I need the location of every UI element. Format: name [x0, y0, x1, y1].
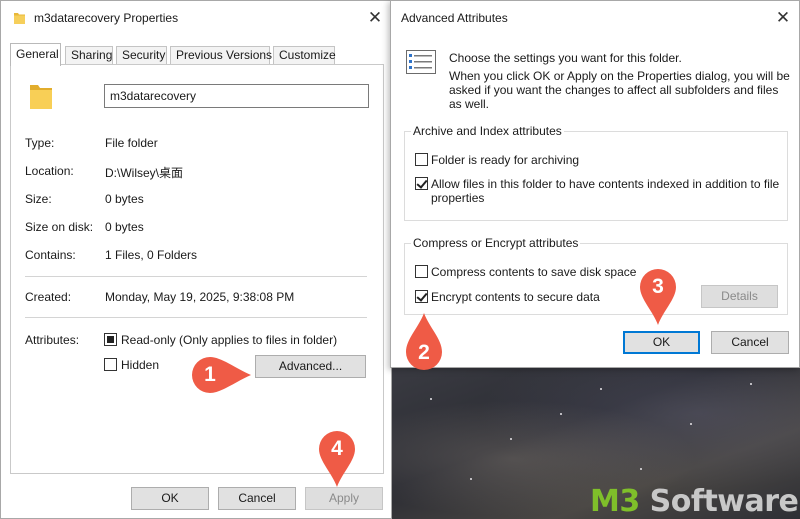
- star: [510, 438, 512, 440]
- size-on-disk-value: 0 bytes: [105, 220, 144, 234]
- index-label[interactable]: Allow files in this folder to have conte…: [431, 177, 779, 191]
- archive-group-title: Archive and Index attributes: [411, 124, 564, 138]
- close-icon[interactable]: ✕: [772, 7, 794, 29]
- contains-value: 1 Files, 0 Folders: [105, 248, 198, 262]
- watermark-brand: M3: [590, 484, 640, 519]
- properties-titlebar[interactable]: m3datarecovery Properties ✕: [1, 1, 391, 35]
- properties-title: m3datarecovery Properties: [34, 11, 179, 25]
- tab-previous-versions[interactable]: Previous Versions: [170, 46, 272, 65]
- created-label: Created:: [25, 290, 72, 304]
- star: [690, 423, 692, 425]
- folder-large-icon: [30, 85, 52, 109]
- apply-button[interactable]: Apply: [305, 487, 383, 510]
- attributes-list-icon: [406, 50, 436, 74]
- readonly-checkbox[interactable]: [104, 333, 117, 346]
- index-checkbox[interactable]: [415, 177, 428, 190]
- type-label: Type:: [25, 136, 55, 150]
- star: [430, 398, 432, 400]
- divider: [25, 276, 367, 277]
- size-label: Size:: [25, 192, 52, 206]
- step-number: 1: [204, 363, 216, 386]
- location-value: D:\Wilsey\桌面: [105, 166, 184, 180]
- step-number: 2: [418, 341, 430, 364]
- compress-checkbox[interactable]: [415, 265, 428, 278]
- size-on-disk-label: Size on disk:: [25, 220, 94, 234]
- hidden-label[interactable]: Hidden: [121, 358, 159, 372]
- advanced-ok-button[interactable]: OK: [623, 331, 700, 354]
- folder-icon: [14, 13, 25, 24]
- location-label: Location:: [25, 164, 74, 178]
- archiving-checkbox[interactable]: [415, 153, 428, 166]
- tab-customize[interactable]: Customize: [273, 46, 336, 65]
- star: [750, 383, 752, 385]
- size-value: 0 bytes: [105, 192, 144, 206]
- contains-label: Contains:: [25, 248, 76, 262]
- archive-index-group: [404, 131, 788, 221]
- m3-software-watermark: M3 Software: [590, 484, 799, 519]
- advanced-button[interactable]: Advanced...: [255, 355, 366, 378]
- details-button[interactable]: Details: [701, 285, 778, 308]
- attributes-label: Attributes:: [25, 333, 80, 347]
- star: [600, 388, 602, 390]
- folder-name-input[interactable]: [104, 84, 369, 108]
- star: [470, 478, 472, 480]
- encrypt-label[interactable]: Encrypt contents to secure data: [431, 290, 600, 304]
- star: [640, 468, 642, 470]
- created-value: Monday, May 19, 2025, 9:38:08 PM: [105, 290, 295, 304]
- advanced-titlebar[interactable]: Advanced Attributes ✕: [391, 1, 799, 35]
- compress-label[interactable]: Compress contents to save disk space: [431, 265, 636, 279]
- watermark-text: Software: [639, 484, 799, 519]
- advanced-title: Advanced Attributes: [401, 11, 508, 25]
- description-line: When you click OK or Apply on the Proper…: [449, 69, 790, 83]
- description-line: as well.: [449, 97, 490, 111]
- tab-sharing[interactable]: Sharing: [65, 46, 113, 65]
- general-tab-panel: [10, 64, 384, 474]
- step-number: 3: [652, 275, 664, 298]
- cancel-button[interactable]: Cancel: [218, 487, 296, 510]
- description-line: Choose the settings you want for this fo…: [449, 51, 682, 65]
- tab-general[interactable]: General: [10, 43, 61, 66]
- step-marker-1: 1: [191, 356, 251, 394]
- hidden-checkbox[interactable]: [104, 358, 117, 371]
- ok-button[interactable]: OK: [131, 487, 209, 510]
- step-marker-2: 2: [405, 313, 443, 370]
- star: [560, 413, 562, 415]
- type-value: File folder: [105, 136, 158, 150]
- encrypt-checkbox[interactable]: [415, 290, 428, 303]
- step-marker-3: 3: [639, 268, 677, 325]
- divider: [25, 317, 367, 318]
- archiving-label[interactable]: Folder is ready for archiving: [431, 153, 579, 167]
- compress-group-title: Compress or Encrypt attributes: [411, 236, 581, 250]
- close-icon[interactable]: ✕: [364, 7, 386, 29]
- advanced-cancel-button[interactable]: Cancel: [711, 331, 789, 354]
- step-marker-4: 4: [318, 430, 356, 487]
- description-line: asked if you want the changes to affect …: [449, 83, 779, 97]
- readonly-label[interactable]: Read-only (Only applies to files in fold…: [121, 333, 337, 347]
- tab-security[interactable]: Security: [116, 46, 167, 65]
- index-label-continued[interactable]: properties: [431, 191, 484, 205]
- step-number: 4: [331, 437, 343, 460]
